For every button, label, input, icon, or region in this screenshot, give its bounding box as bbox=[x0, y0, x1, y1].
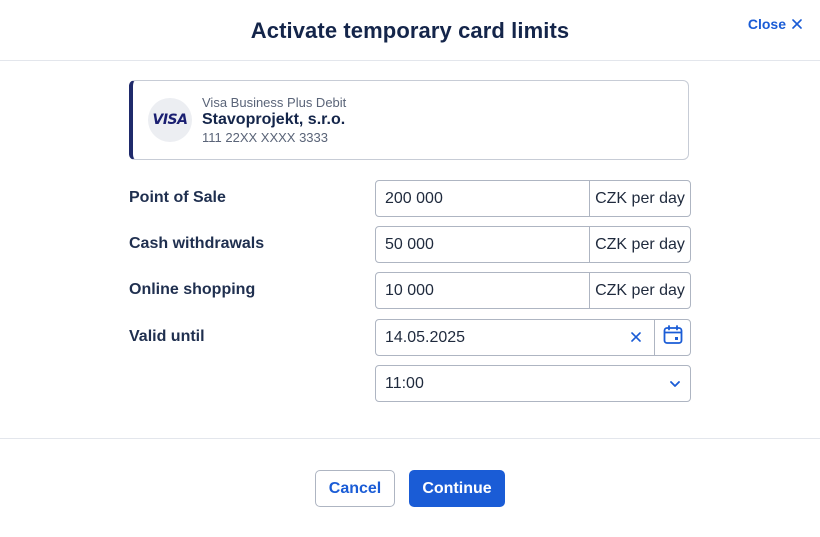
card-holder: Stavoprojekt, s.r.o. bbox=[202, 111, 346, 128]
clear-icon bbox=[631, 329, 641, 347]
close-button[interactable]: Close bbox=[748, 16, 802, 32]
card-details: Visa Business Plus Debit Stavoprojekt, s… bbox=[202, 95, 346, 145]
dialog-title: Activate temporary card limits bbox=[250, 18, 570, 43]
cash-limit-input[interactable]: 50 000 bbox=[376, 227, 589, 262]
header-divider bbox=[0, 60, 820, 61]
continue-button[interactable]: Continue bbox=[409, 470, 505, 507]
calendar-icon bbox=[663, 325, 683, 350]
cash-limit-field: 50 000 CZK per day bbox=[375, 226, 691, 263]
cancel-button[interactable]: Cancel bbox=[315, 470, 395, 507]
time-value: 11:00 bbox=[385, 374, 424, 392]
pos-limit-input[interactable]: 200 000 bbox=[376, 181, 589, 216]
pos-limit-field: 200 000 CZK per day bbox=[375, 180, 691, 217]
online-label: Online shopping bbox=[129, 281, 256, 298]
footer-divider bbox=[0, 438, 820, 439]
calendar-button[interactable] bbox=[654, 320, 690, 355]
cash-label: Cash withdrawals bbox=[129, 235, 265, 252]
card-number: 111 22XX XXXX 3333 bbox=[202, 130, 329, 145]
x-icon bbox=[792, 19, 802, 29]
valid-until-label: Valid until bbox=[129, 328, 205, 345]
online-unit: CZK per day bbox=[589, 273, 690, 308]
online-limit-input[interactable]: 10 000 bbox=[376, 273, 589, 308]
card-type: Visa Business Plus Debit bbox=[202, 95, 347, 110]
clear-date-button[interactable] bbox=[618, 320, 654, 355]
valid-until-date-field: 14.05.2025 bbox=[375, 319, 691, 356]
close-label: Close bbox=[747, 16, 786, 32]
date-input[interactable]: 14.05.2025 bbox=[376, 320, 618, 355]
pos-label: Point of Sale bbox=[129, 189, 226, 206]
pos-unit: CZK per day bbox=[589, 181, 690, 216]
online-limit-field: 10 000 CZK per day bbox=[375, 272, 691, 309]
visa-logo-icon: VISA bbox=[148, 98, 192, 142]
cash-unit: CZK per day bbox=[589, 227, 690, 262]
card-tile: VISA Visa Business Plus Debit Stavoproje… bbox=[129, 80, 689, 160]
time-select[interactable]: 11:00 bbox=[375, 365, 691, 402]
chevron-down-icon bbox=[660, 366, 690, 401]
dialog: Activate temporary card limits Close VIS… bbox=[0, 0, 820, 537]
